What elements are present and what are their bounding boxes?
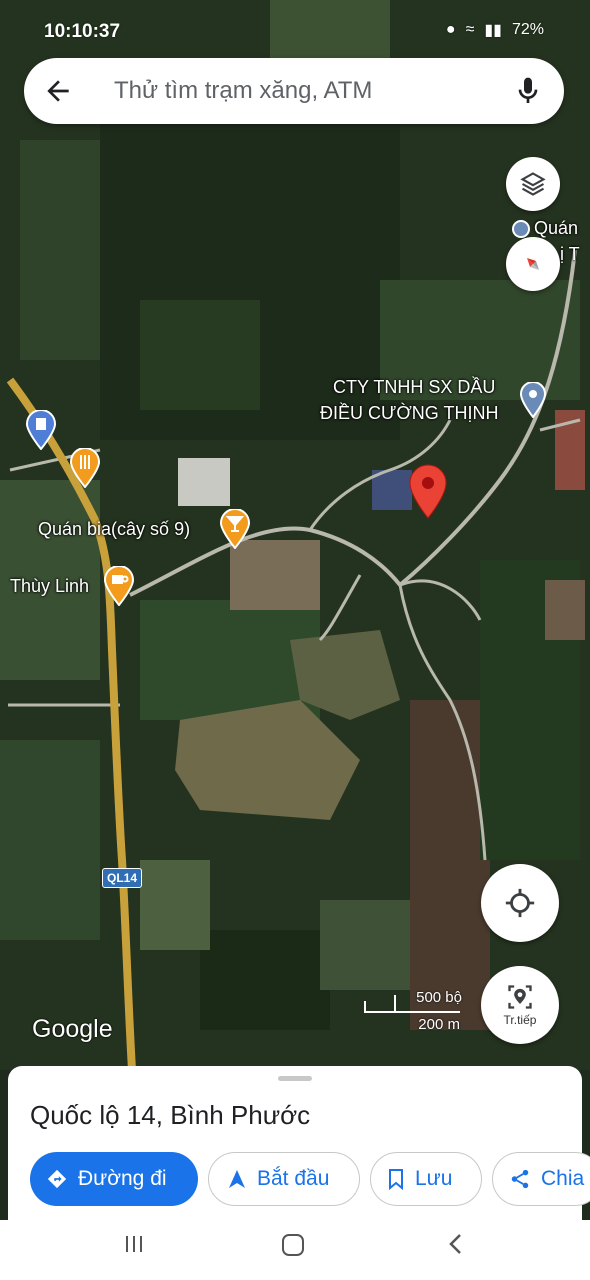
explore-label: Tr.tiếp [503,1013,537,1027]
directions-icon [47,1169,67,1189]
map-label-company-line2[interactable]: ĐIỀU CƯỜNG THỊNH [320,403,498,424]
save-label: Lưu [415,1167,453,1190]
status-bar: 10:10:37 ● ≈ ▮▮ 72% [0,18,590,48]
bar-icon[interactable] [220,509,250,549]
microphone-icon[interactable] [512,75,544,107]
share-label: Chia [541,1167,585,1190]
bookmark-icon [389,1169,403,1190]
share-icon [511,1169,529,1189]
company-poi-icon[interactable] [520,382,546,418]
drag-handle[interactable] [278,1076,312,1081]
wifi-icon: ≈ [465,21,475,38]
recent-apps-icon[interactable] [122,1232,146,1256]
explore-pin-icon [508,985,532,1009]
location-icon: ● [445,21,456,38]
action-chips: Đường đi Bắt đầu Lưu Chia [30,1152,590,1208]
start-button[interactable]: Bắt đầu [208,1152,360,1206]
search-input[interactable] [114,76,494,106]
map-label-quan-partial-2[interactable]: ị T [560,244,580,265]
home-icon[interactable] [280,1232,306,1258]
compass-button[interactable] [506,237,560,291]
map-label-quan-partial[interactable]: Quán [534,218,578,239]
crosshair-icon [505,888,535,918]
battery-level: 72% [511,21,544,38]
map-label-thuy-linh[interactable]: Thùy Linh [10,576,89,597]
back-arrow-icon[interactable] [42,75,74,107]
map-scale: 500 bộ 200 m [364,985,464,1035]
road-badge-ql14: QL14 [102,868,143,888]
selected-location-pin[interactable] [408,464,448,520]
start-label: Bắt đầu [257,1167,330,1190]
map-label-company-line1[interactable]: CTY TNHH SX DẦU [333,377,495,398]
search-bar[interactable] [24,58,564,124]
navigation-arrow-icon [229,1170,245,1188]
my-location-button[interactable] [481,864,559,942]
back-icon[interactable] [446,1232,466,1256]
layers-icon [520,172,546,196]
save-button[interactable]: Lưu [370,1152,482,1206]
map-label-quan-bia[interactable]: Quán bia(cây số 9) [38,519,190,540]
status-time: 10:10:37 [44,21,121,42]
restaurant-icon[interactable] [70,448,100,488]
directions-label: Đường đi [78,1167,167,1190]
layers-button[interactable] [506,157,560,211]
google-logo: Google [32,1015,113,1043]
scale-imperial: 500 bộ [416,989,462,1006]
explore-button[interactable]: Tr.tiếp [481,966,559,1044]
signal-icon: ▮▮ [484,22,502,39]
compass-icon [527,258,539,270]
gas-station-icon[interactable] [26,410,56,450]
share-button[interactable]: Chia [492,1152,590,1206]
cafe-icon[interactable] [104,566,134,606]
scale-metric: 200 m [418,1016,460,1033]
directions-button[interactable]: Đường đi [30,1152,198,1206]
system-nav-bar [0,1220,590,1280]
place-title: Quốc lộ 14, Bình Phước [30,1100,311,1130]
